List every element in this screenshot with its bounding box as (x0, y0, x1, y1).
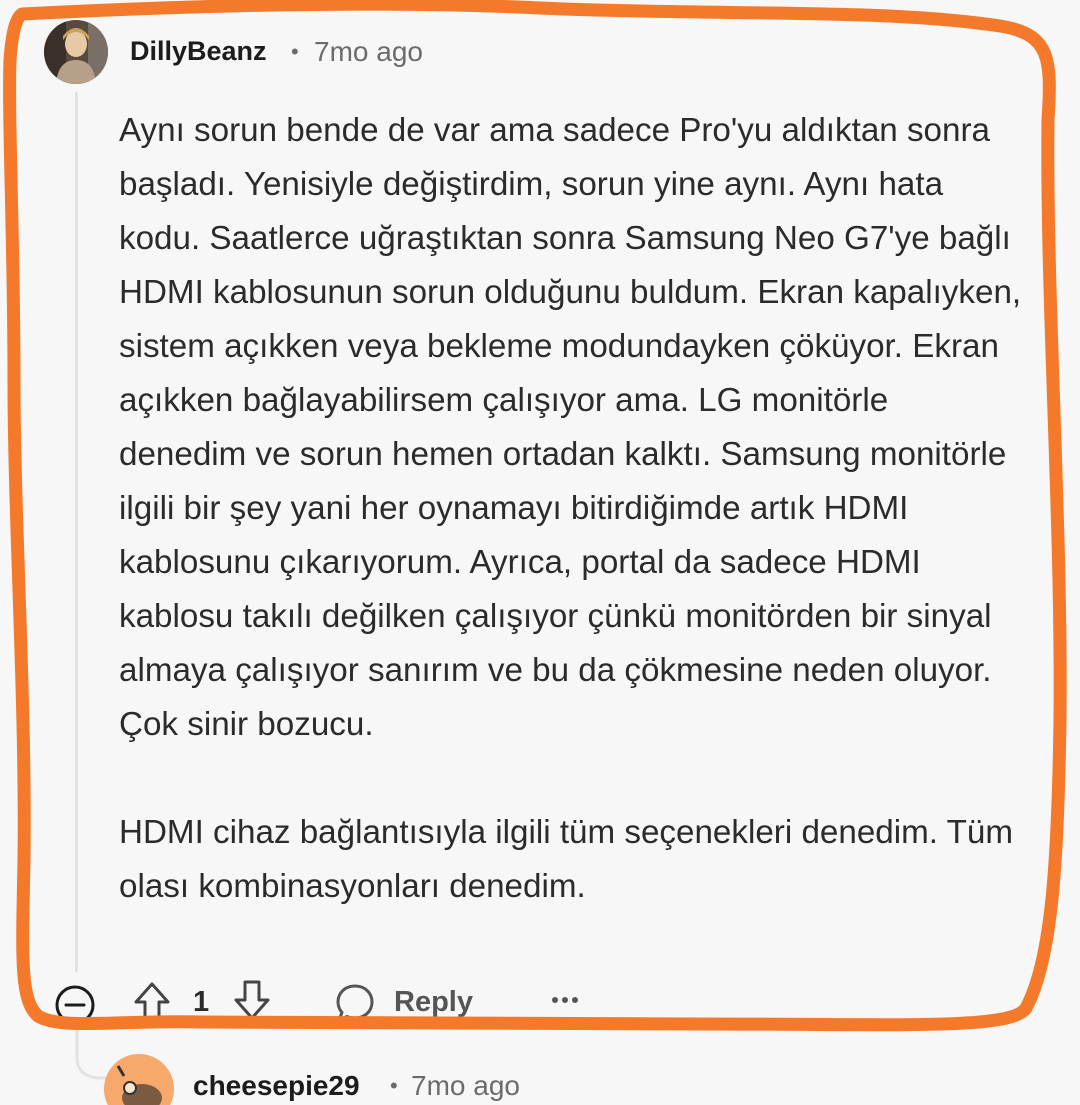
upvote-arrow-icon (134, 982, 170, 1022)
reply-thread-branch (75, 1030, 106, 1080)
reply-timestamp: 7mo ago (411, 1070, 520, 1101)
upvote-button[interactable] (132, 980, 172, 1024)
comment-body: Aynı sorun bende de var ama sadece Pro'y… (119, 104, 1024, 914)
reply-label: Reply (394, 986, 473, 1018)
vote-count: 1 (193, 986, 210, 1018)
thread-line[interactable] (75, 92, 78, 972)
downvote-button[interactable] (232, 978, 272, 1022)
speech-bubble-icon (336, 984, 374, 1022)
more-dots-icon (552, 997, 578, 1003)
reply-meta-separator: • (390, 1073, 398, 1098)
downvote-arrow-icon (234, 980, 270, 1020)
comment-paragraph: HDMI cihaz bağlantısıyla ilgili tüm seçe… (119, 814, 1013, 905)
username-link[interactable]: DillyBeanz (130, 36, 267, 67)
meta-separator: • (291, 39, 299, 64)
collapse-minus-icon (55, 985, 95, 1025)
collapse-button[interactable] (54, 984, 96, 1026)
reply-username-link[interactable]: cheesepie29 (193, 1070, 360, 1102)
comment-timestamp: 7mo ago (314, 36, 423, 67)
avatar[interactable] (44, 20, 108, 84)
reply-avatar[interactable] (104, 1054, 174, 1105)
comment-paragraph: Aynı sorun bende de var ama sadece Pro'y… (119, 112, 1022, 743)
more-options-button[interactable] (550, 990, 580, 1010)
comment-thread: DillyBeanz • 7mo ago Aynı sorun bende de… (0, 0, 1080, 1105)
